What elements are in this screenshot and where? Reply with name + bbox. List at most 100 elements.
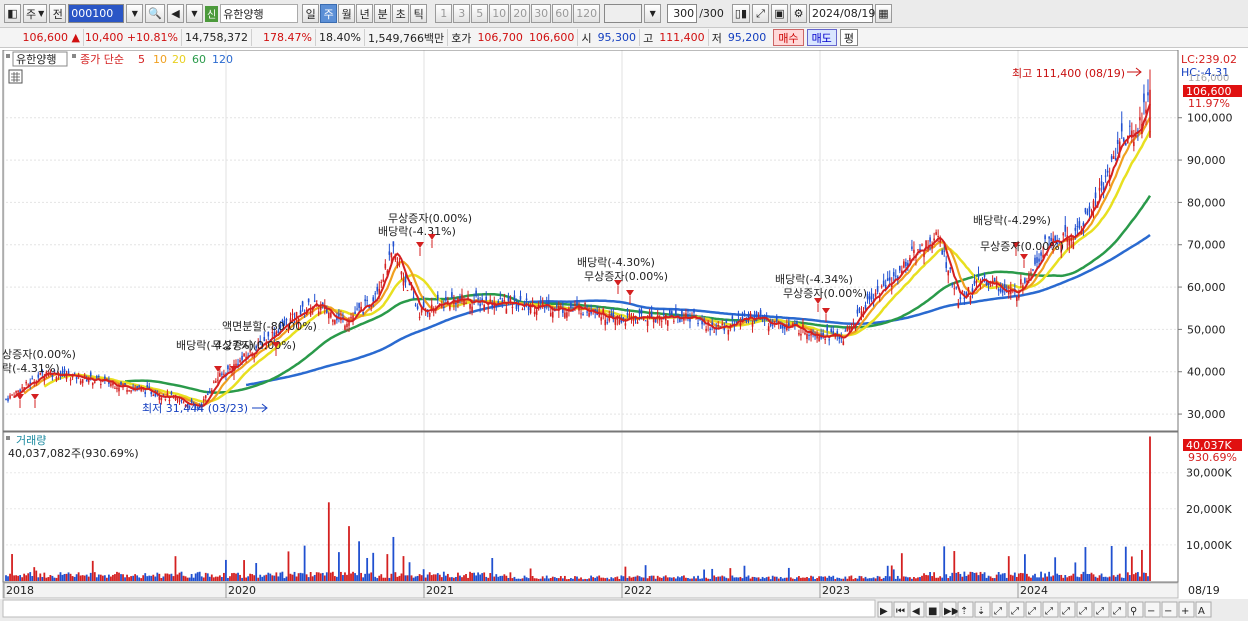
volume-bar: [745, 576, 748, 581]
candle-body: [858, 308, 861, 311]
volume-bar: [1058, 574, 1061, 581]
volume-bar: [414, 576, 417, 581]
sell-button[interactable]: 매도: [806, 29, 837, 46]
volume-bar: [142, 575, 145, 581]
volume-bar: [630, 577, 633, 581]
minute-3[interactable]: 3: [453, 4, 471, 23]
volume-bar: [499, 575, 502, 581]
candle-body: [366, 299, 368, 301]
candle-body: [219, 373, 221, 377]
tab-month[interactable]: 월: [338, 4, 356, 23]
volume-bar: [279, 572, 282, 581]
minute-1[interactable]: 1: [435, 4, 453, 23]
calendar-icon[interactable]: ▦: [875, 4, 892, 23]
candle-body: [731, 316, 734, 319]
volume-bar: [178, 572, 181, 581]
candle-body: [332, 320, 334, 322]
market-select[interactable]: 주 ▼: [23, 4, 48, 23]
volume-bar: [198, 571, 201, 581]
volume-bar: [975, 572, 978, 581]
volume-bar: [580, 577, 582, 581]
quote-change: 10,400 +10.81%: [84, 29, 182, 46]
volume-bar: [331, 571, 334, 581]
minute-30[interactable]: 30: [531, 4, 552, 23]
quote-volume-rate: 178.47%: [252, 29, 316, 46]
speaker-icon[interactable]: ◀: [166, 4, 184, 23]
volume-bar: [971, 572, 974, 581]
candle-body: [1122, 138, 1125, 142]
candle-body: [638, 308, 641, 315]
gear-icon[interactable]: ⚙: [790, 4, 807, 23]
tab-second[interactable]: 초: [392, 4, 410, 23]
volume-bar: [57, 574, 60, 581]
minute-60[interactable]: 60: [552, 4, 573, 23]
candle-body: [1106, 170, 1109, 173]
candle-body: [400, 271, 403, 275]
volume-bar: [876, 575, 879, 581]
menu-chevron-icon[interactable]: ▼: [185, 4, 203, 23]
candle-body: [210, 390, 213, 392]
candle-body: [533, 311, 536, 315]
volume-bar: [600, 577, 603, 581]
tab-week[interactable]: 주: [320, 4, 338, 23]
price-tick-label: 100,000: [1187, 112, 1233, 125]
tab-day[interactable]: 일: [302, 4, 320, 23]
volume-bar: [909, 577, 911, 581]
table-icon[interactable]: [8, 69, 23, 84]
candle-body: [806, 333, 808, 340]
volume-bar: [166, 573, 169, 581]
volume-bar: [1066, 577, 1069, 581]
volume-bar: [1026, 573, 1028, 581]
custom-period-input[interactable]: [604, 4, 643, 23]
tab-minute[interactable]: 분: [374, 4, 392, 23]
save-icon[interactable]: ▣: [771, 4, 788, 23]
candle-body: [55, 376, 58, 381]
candle-body: [709, 328, 711, 331]
volume-bar: [406, 575, 409, 581]
candle-type-icon[interactable]: ▯▮: [731, 4, 750, 23]
minute-5[interactable]: 5: [471, 4, 489, 23]
volume-bar: [249, 573, 252, 581]
candle-body: [499, 297, 502, 300]
average-button[interactable]: 평: [839, 29, 858, 46]
volume-bar: [37, 577, 40, 581]
volume-bar: [751, 576, 754, 581]
volume-bar: [787, 567, 790, 581]
volume-bar: [237, 572, 239, 581]
custom-period-dropdown[interactable]: ▼: [644, 4, 662, 23]
volume-bar: [124, 577, 126, 581]
horizontal-scrollbar[interactable]: [2, 599, 876, 618]
minute-120[interactable]: 120: [573, 4, 601, 23]
volume-bar: [392, 536, 395, 581]
candle-body: [79, 380, 82, 384]
volume-bar: [186, 577, 189, 581]
volume-bar: [509, 572, 512, 581]
candle-body: [1018, 294, 1020, 299]
candle-body: [713, 331, 715, 333]
volume-bar: [110, 576, 112, 581]
date-input[interactable]: 2024/08/19: [809, 4, 875, 23]
minute-10[interactable]: 10: [489, 4, 510, 23]
stock-chart[interactable]: 유한양행 종가 단순 5 10 20 60 120 LC:239.02 HC:-…: [0, 49, 1248, 621]
stock-code-input[interactable]: 000100: [68, 4, 125, 23]
search-icon[interactable]: 🔍: [145, 4, 165, 23]
candle-body: [358, 303, 360, 308]
layout-icon[interactable]: ◧: [4, 4, 21, 23]
volume-bar: [420, 575, 423, 581]
indicator-icon[interactable]: ⤢: [752, 4, 769, 23]
minute-20[interactable]: 20: [510, 4, 531, 23]
candle-body: [675, 309, 677, 315]
tab-year[interactable]: 년: [356, 4, 374, 23]
quote-bid: 106,600: [526, 29, 579, 46]
hc-under-label: 116,000: [1188, 73, 1229, 84]
buy-button[interactable]: 매수: [773, 29, 804, 46]
count-input[interactable]: 300: [667, 4, 698, 23]
prev-button[interactable]: 전: [49, 4, 67, 23]
event-label: 배당락(-4.30%): [577, 256, 655, 269]
volume-bar: [438, 574, 441, 581]
volume-bar: [563, 575, 566, 581]
code-dropdown-button[interactable]: ▼: [126, 4, 144, 23]
tab-tick[interactable]: 틱: [410, 4, 428, 23]
volume-bar: [491, 558, 494, 581]
volume-bar: [122, 574, 124, 581]
